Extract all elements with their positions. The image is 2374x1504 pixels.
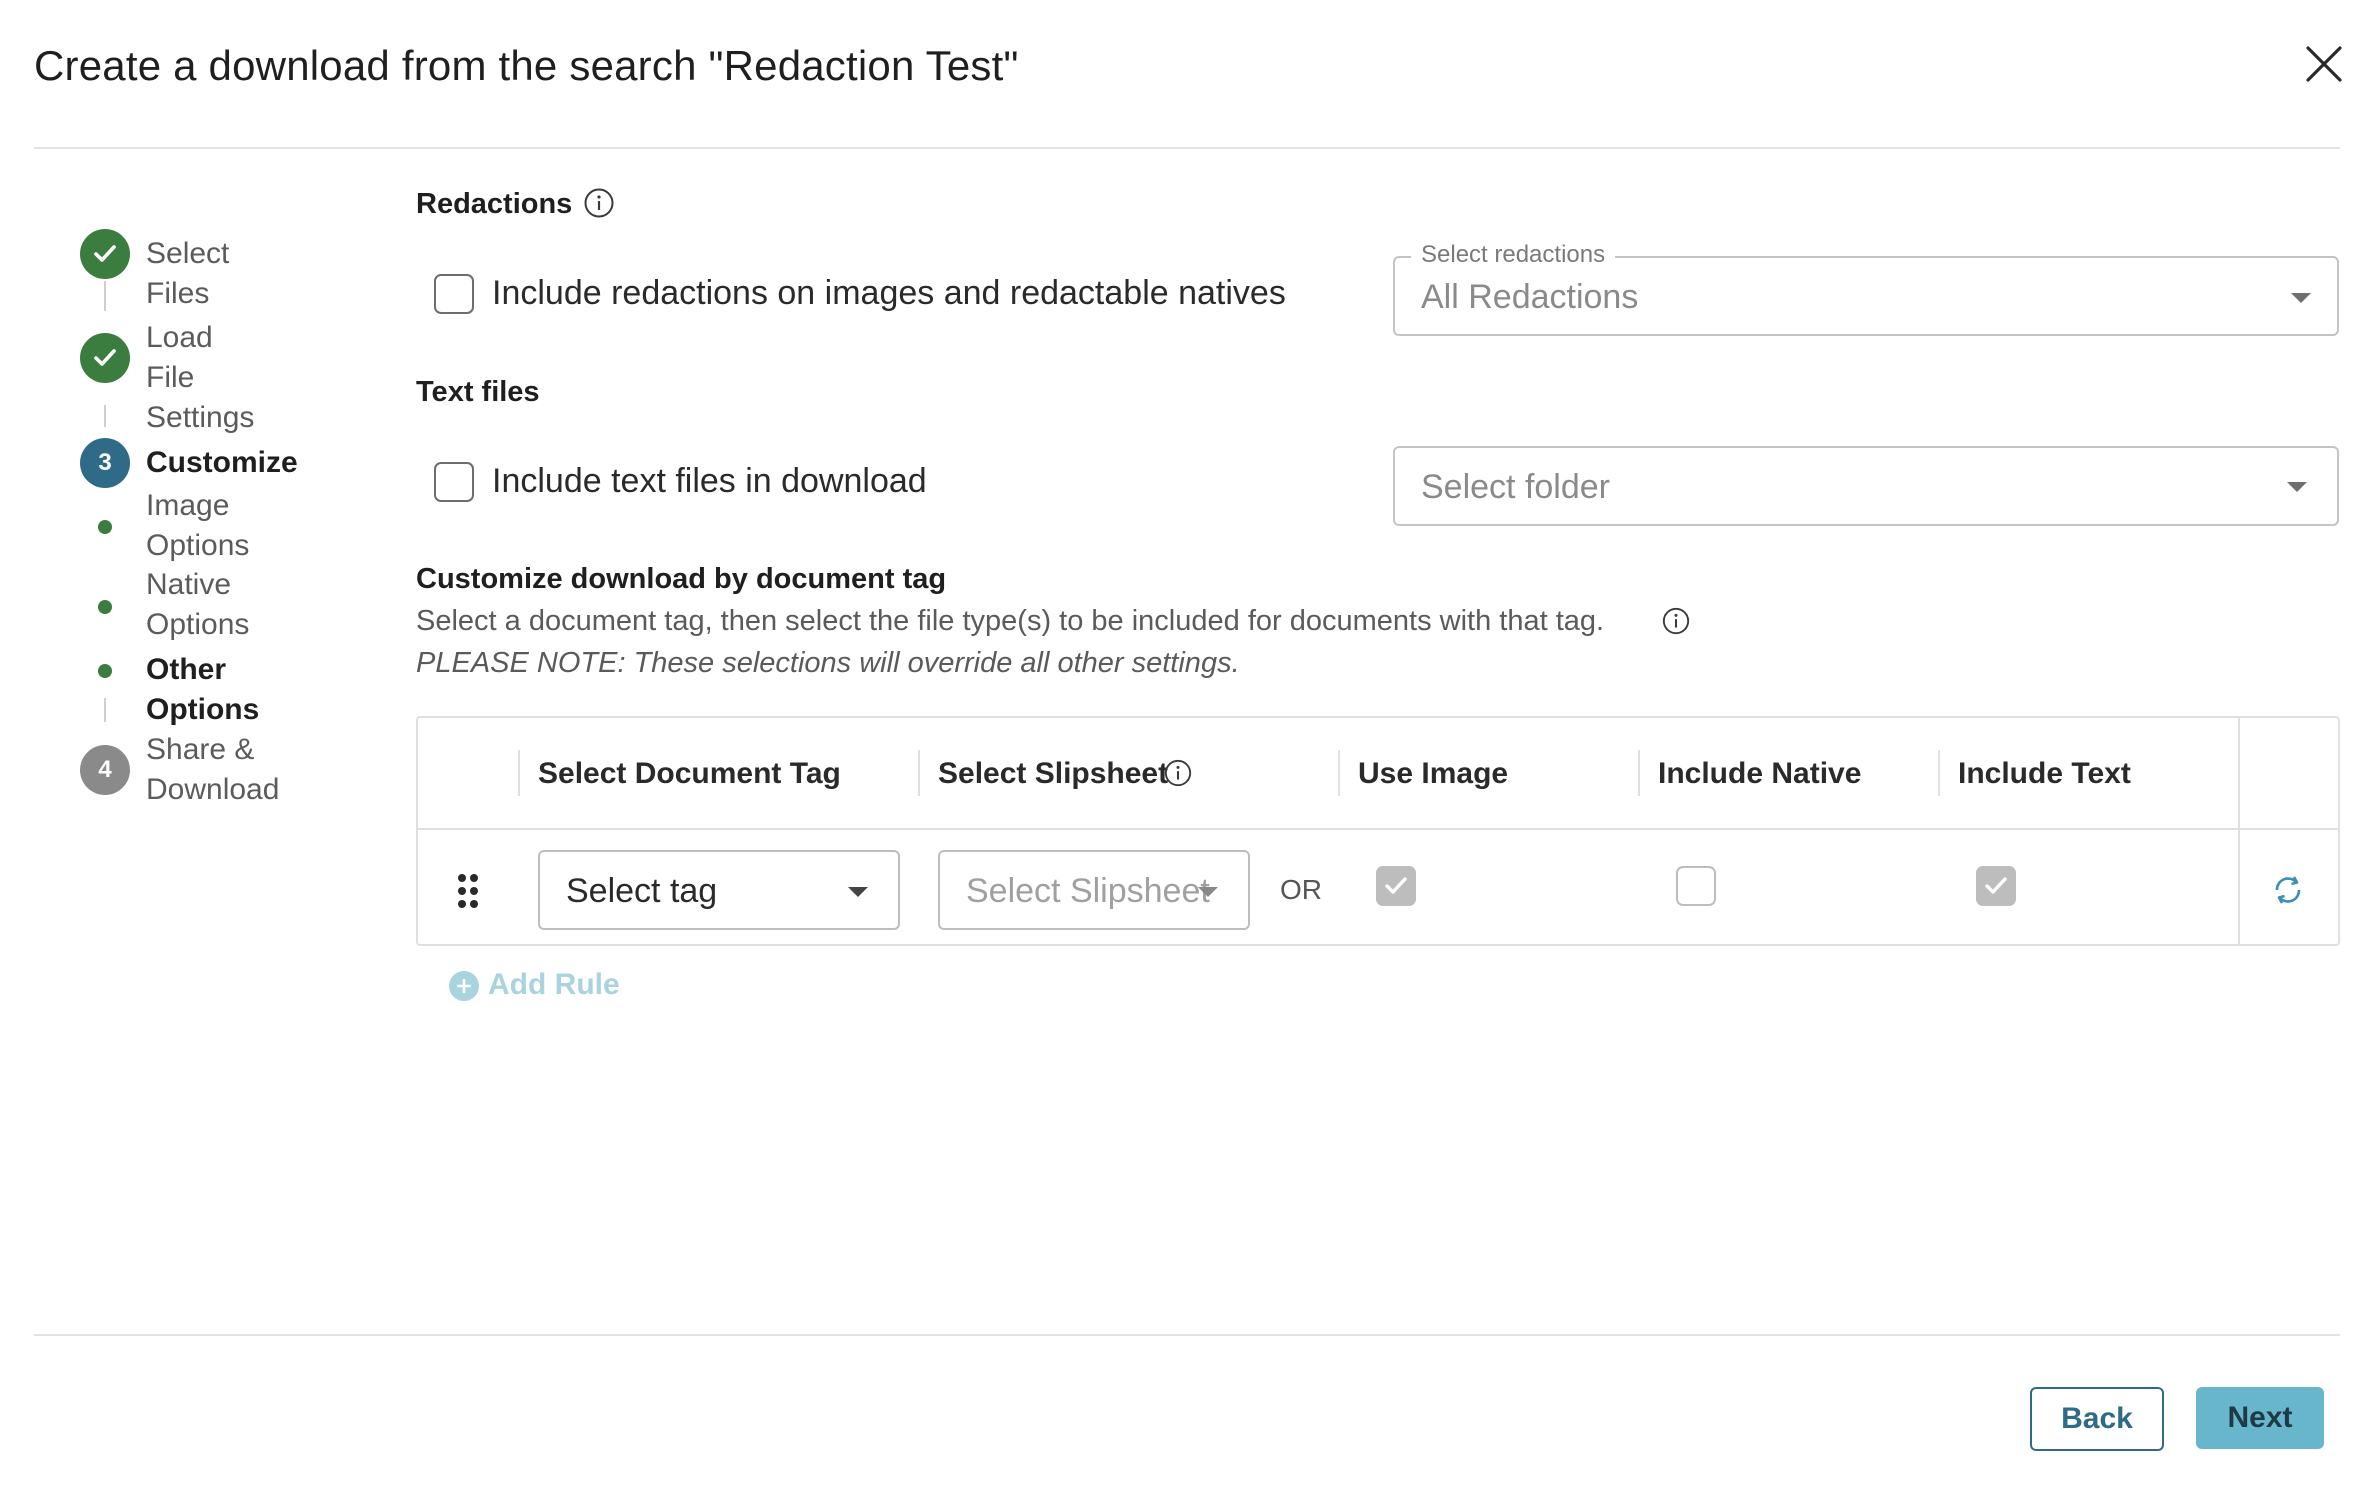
- next-button[interactable]: Next: [2196, 1387, 2324, 1449]
- back-button[interactable]: Back: [2030, 1387, 2164, 1451]
- redactions-heading: Redactions: [416, 188, 573, 220]
- tag-rules-table: Select Document Tag Select Slipsheet Use…: [416, 716, 2340, 946]
- select-redactions-legend: Select redactions: [1411, 241, 1616, 269]
- step-complete-icon: [80, 229, 130, 279]
- info-icon[interactable]: [583, 187, 615, 219]
- include-redactions-checkbox[interactable]: [434, 274, 474, 314]
- step-label-line: Share &: [146, 733, 255, 766]
- checkmark-icon: [94, 245, 116, 262]
- info-icon[interactable]: [1661, 606, 1691, 636]
- step-complete-icon: [80, 333, 130, 383]
- step-share-download[interactable]: Share & Download: [146, 730, 279, 810]
- or-label: OR: [1280, 874, 1322, 905]
- substep-dot-icon: [98, 664, 112, 678]
- column-separator: [518, 750, 520, 796]
- step-connector: [104, 405, 106, 427]
- chevron-down-icon: [1198, 887, 1218, 897]
- header-divider: [34, 147, 2340, 149]
- select-folder-dropdown[interactable]: Select folder: [1393, 446, 2339, 526]
- checkmark-icon: [94, 349, 116, 366]
- substep-label-line: Options: [146, 529, 250, 562]
- column-separator: [1638, 750, 1640, 796]
- select-redactions-dropdown[interactable]: Select redactions All Redactions: [1393, 241, 2339, 336]
- customize-heading: Customize download by document tag: [416, 563, 947, 595]
- step-customize[interactable]: Customize: [146, 443, 298, 483]
- step-connector: [104, 281, 106, 311]
- info-icon[interactable]: [1163, 758, 1193, 793]
- close-icon[interactable]: [2300, 40, 2348, 88]
- include-text-files-checkbox[interactable]: [434, 462, 474, 502]
- select-slipsheet-placeholder: Select Slipsheet: [966, 872, 1210, 910]
- column-header-include-text: Include Text: [1958, 757, 2131, 790]
- add-rule-label: Add Rule: [488, 968, 620, 1001]
- include-native-checkbox[interactable]: [1676, 866, 1716, 906]
- step-label-line: Load File: [146, 321, 213, 394]
- substep-label-line: Native: [146, 568, 232, 601]
- substep-label-line: Options: [146, 608, 250, 641]
- chevron-down-icon: [2291, 293, 2311, 303]
- column-separator: [2238, 718, 2240, 944]
- substep-dot-icon: [98, 600, 112, 614]
- step-connector: [104, 698, 106, 722]
- substep-image-options[interactable]: Image Options: [146, 486, 249, 566]
- customize-description: Select a document tag, then select the f…: [416, 605, 1605, 637]
- use-image-checkbox[interactable]: [1376, 866, 1416, 906]
- select-tag-dropdown[interactable]: Select tag: [538, 850, 900, 930]
- include-redactions-label: Include redactions on images and redacta…: [492, 274, 1286, 312]
- include-text-files-label: Include text files in download: [492, 462, 927, 500]
- dialog-title: Create a download from the search "Redac…: [34, 42, 1019, 89]
- checkmark-icon: [1385, 877, 1407, 894]
- step-number-badge: 4: [80, 745, 130, 795]
- column-header-slipsheet: Select Slipsheet: [938, 757, 1169, 790]
- select-tag-value: Select tag: [566, 872, 718, 910]
- substep-label-line: Image: [146, 489, 230, 522]
- column-header-tag: Select Document Tag: [538, 757, 841, 790]
- step-select-files[interactable]: Select Files: [146, 234, 229, 314]
- footer-divider: [34, 1334, 2340, 1336]
- checkmark-icon: [1985, 877, 2007, 894]
- chevron-down-icon: [2287, 482, 2307, 492]
- step-load-file-settings[interactable]: Load File Settings: [146, 318, 254, 438]
- select-folder-placeholder: Select folder: [1421, 468, 1610, 506]
- substep-dot-icon: [98, 520, 112, 534]
- substep-native-options[interactable]: Native Options: [146, 565, 249, 645]
- column-separator: [918, 750, 920, 796]
- refresh-icon[interactable]: [2271, 873, 2305, 912]
- override-note: PLEASE NOTE: These selections will overr…: [416, 647, 1240, 679]
- select-redactions-value: All Redactions: [1421, 278, 1639, 316]
- substep-other-options[interactable]: Other Options: [146, 650, 259, 730]
- column-header-use-image: Use Image: [1358, 757, 1509, 790]
- column-separator: [1338, 750, 1340, 796]
- include-text-checkbox[interactable]: [1976, 866, 2016, 906]
- text-files-heading: Text files: [416, 376, 540, 408]
- step-label-line: Download: [146, 773, 280, 806]
- column-separator: [1938, 750, 1940, 796]
- step-number-badge: 3: [80, 438, 130, 488]
- drag-handle-icon[interactable]: [456, 872, 480, 915]
- table-header-divider: [418, 828, 2338, 830]
- step-label-line: Settings: [146, 401, 255, 434]
- select-slipsheet-dropdown[interactable]: Select Slipsheet: [938, 850, 1250, 930]
- column-header-include-native: Include Native: [1658, 757, 1862, 790]
- chevron-down-icon: [848, 887, 868, 897]
- plus-circle-icon: [449, 971, 479, 1001]
